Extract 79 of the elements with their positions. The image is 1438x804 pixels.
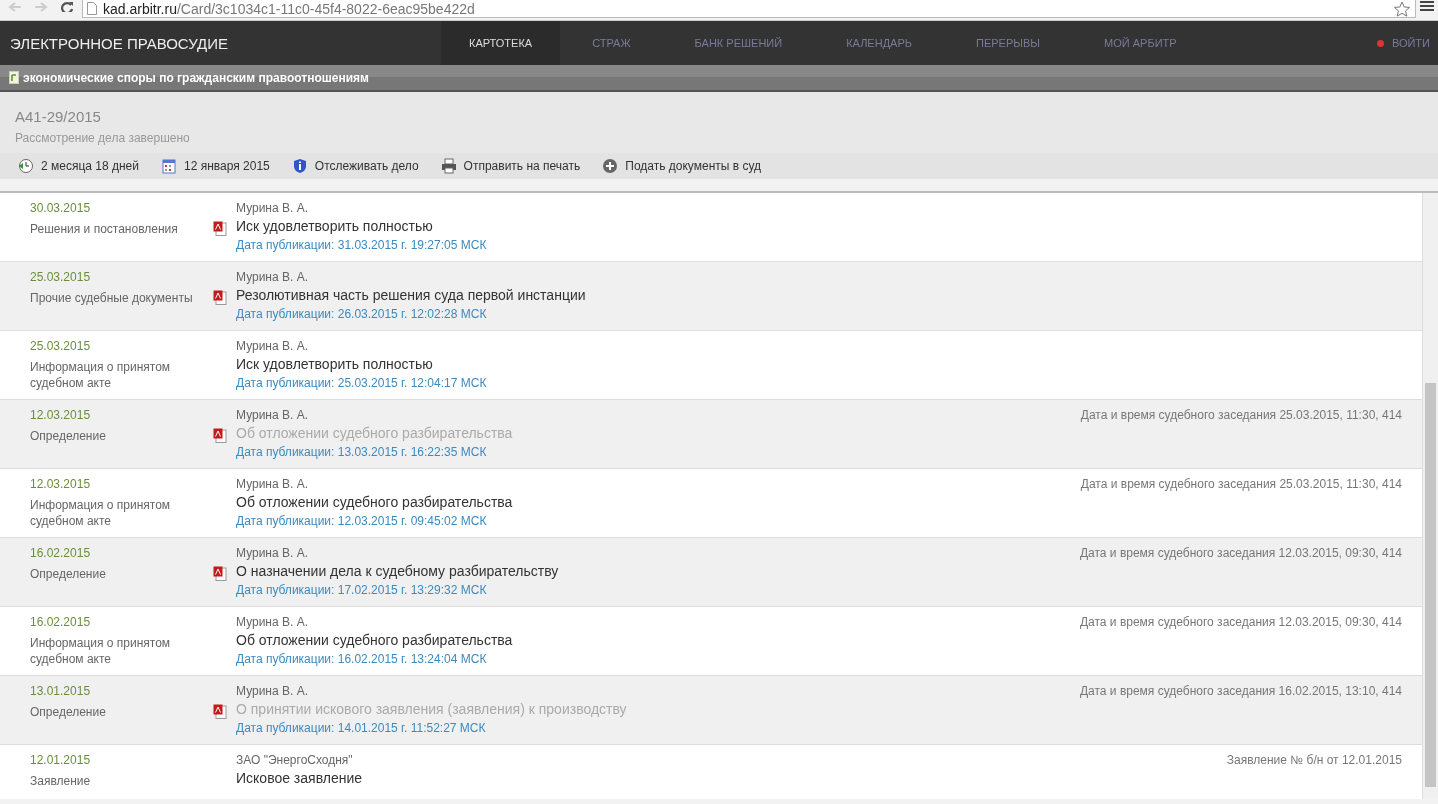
case-action-link[interactable]: Отслеживать дело	[291, 158, 419, 174]
pdf-icon[interactable]	[213, 566, 227, 581]
document-type: Определение	[30, 566, 107, 582]
url-host: kad.arbitr.ru	[103, 0, 177, 17]
document-type: Заявление	[30, 773, 92, 789]
document-title-link[interactable]: Об отложении судебного разбирательства	[236, 494, 1081, 510]
document-author: ЗАО "ЭнергоСходня"	[236, 753, 354, 767]
document-title-link[interactable]: Резолютивная часть решения суда первой инстанции	[236, 287, 1422, 303]
hearing-info: Дата и время судебного заседания 16.02.2015, 13:10, 414	[1079, 684, 1403, 700]
document-date: 16.02.2015	[30, 615, 92, 629]
case-action-link[interactable]: Отправить на печать	[440, 158, 581, 174]
document-author: Мурина В. А.	[236, 408, 310, 422]
hearing-info: Дата и время судебного заседания 25.03.2015, 11:30, 414	[1080, 477, 1403, 493]
document-author: Мурина В. А.	[236, 684, 310, 698]
case-number: А41-29/2015	[15, 108, 102, 125]
document-icon	[9, 71, 19, 84]
pdf-icon[interactable]	[213, 704, 227, 719]
scrollbar-thumb[interactable]	[1425, 383, 1436, 787]
case-action-link[interactable]: 12 января 2015	[161, 158, 270, 174]
document-date: 16.02.2015	[30, 546, 92, 560]
hearing-info: Дата и время судебного заседания 12.03.2015, 09:30, 414	[1079, 546, 1403, 562]
document-author: Мурина В. А.	[236, 270, 310, 284]
pdf-icon[interactable]	[213, 290, 227, 305]
address-bar[interactable]: kad.arbitr.ru/Card/3c1034c1-11c0-45f4-8022-6eac95be422d	[82, 0, 1416, 18]
document-type: Определение	[30, 704, 107, 720]
star-icon[interactable]	[1393, 0, 1411, 17]
document-title-link[interactable]: Иск удовлетворить полностью	[236, 218, 1422, 234]
document-date: 30.03.2015	[30, 201, 92, 215]
printer-icon	[440, 158, 457, 174]
document-author: Мурина В. А.	[236, 201, 310, 215]
document-date: 25.03.2015	[30, 270, 92, 284]
reload-icon[interactable]	[60, 2, 74, 12]
document-date: 12.03.2015	[30, 477, 92, 491]
category-label: экономические споры по гражданским правоотношениям	[23, 70, 369, 85]
document-author: Мурина В. А.	[236, 615, 310, 629]
hearing-info: Заявление № б/н от 12.01.2015	[1226, 753, 1403, 769]
site-title: ЭЛЕКТРОННОЕ ПРАВОСУДИЕ	[9, 33, 229, 54]
document-date: 13.01.2015	[30, 684, 92, 698]
document-title-link[interactable]: Об отложении судебного разбирательства	[236, 632, 1080, 648]
hearing-info: Дата и время судебного заседания 12.03.2015, 09:30, 414	[1079, 615, 1403, 631]
publication-date: Дата публикации: 31.03.2015 г. 19:27:05 МСК	[236, 238, 488, 252]
document-author: Мурина В. А.	[236, 546, 310, 560]
publication-date: Дата публикации: 16.02.2015 г. 13:24:04 МСК	[236, 652, 488, 666]
document-title-link[interactable]: Иск удовлетворить полностью	[236, 356, 1422, 372]
publication-date: Дата публикации: 26.03.2015 г. 12:02:28 МСК	[236, 307, 488, 321]
page-icon	[87, 2, 97, 15]
nav-tab[interactable]: КАРТОТЕКА	[441, 21, 561, 65]
menu-icon[interactable]	[1420, 0, 1434, 12]
pdf-icon[interactable]	[213, 428, 227, 443]
case-status: Рассмотрение дела завершено	[15, 131, 191, 145]
document-type: Информация о принятом судебном акте	[30, 635, 172, 667]
case-action-link[interactable]: 2 месяца 18 дней	[18, 158, 139, 174]
case-action-link[interactable]: Подать документы в суд	[602, 158, 762, 174]
document-author: Мурина В. А.	[236, 339, 310, 353]
document-title-link[interactable]: Исковое заявление	[236, 770, 1227, 786]
scrollbar[interactable]	[1422, 193, 1438, 799]
document-type: Решения и постановления	[30, 221, 179, 237]
publication-date: Дата публикации: 12.03.2015 г. 09:45:02 МСК	[236, 514, 488, 528]
hearing-info: Дата и время судебного заседания 25.03.2015, 11:30, 414	[1080, 408, 1403, 424]
publication-date: Дата публикации: 17.02.2015 г. 13:29:32 МСК	[236, 583, 488, 597]
document-type: Информация о принятом судебном акте	[30, 497, 172, 529]
publication-date: Дата публикации: 14.01.2015 г. 11:52:27 МСК	[236, 721, 487, 735]
document-date: 12.03.2015	[30, 408, 92, 422]
document-date: 25.03.2015	[30, 339, 92, 353]
status-dot	[1376, 39, 1384, 47]
publication-date: Дата публикации: 25.03.2015 г. 12:04:17 МСК	[236, 376, 488, 390]
document-title-link[interactable]: О назначении дела к судебному разбирательству	[236, 563, 1080, 579]
document-type: Определение	[30, 428, 107, 444]
document-date: 12.01.2015	[30, 753, 92, 767]
publication-date: Дата публикации: 13.03.2015 г. 16:22:35 МСК	[236, 445, 488, 459]
calendar-icon	[161, 158, 177, 174]
url-path: /Card/3c1034c1-11c0-45f4-8022-6eac95be422d	[176, 0, 475, 17]
shield-icon	[291, 158, 308, 174]
document-type: Информация о принятом судебном акте	[30, 359, 172, 391]
plus-icon	[602, 158, 619, 174]
document-author: Мурина В. А.	[236, 477, 310, 491]
document-type: Прочие судебные документы	[30, 290, 194, 306]
pdf-icon[interactable]	[213, 221, 227, 236]
clock-icon	[18, 158, 34, 174]
